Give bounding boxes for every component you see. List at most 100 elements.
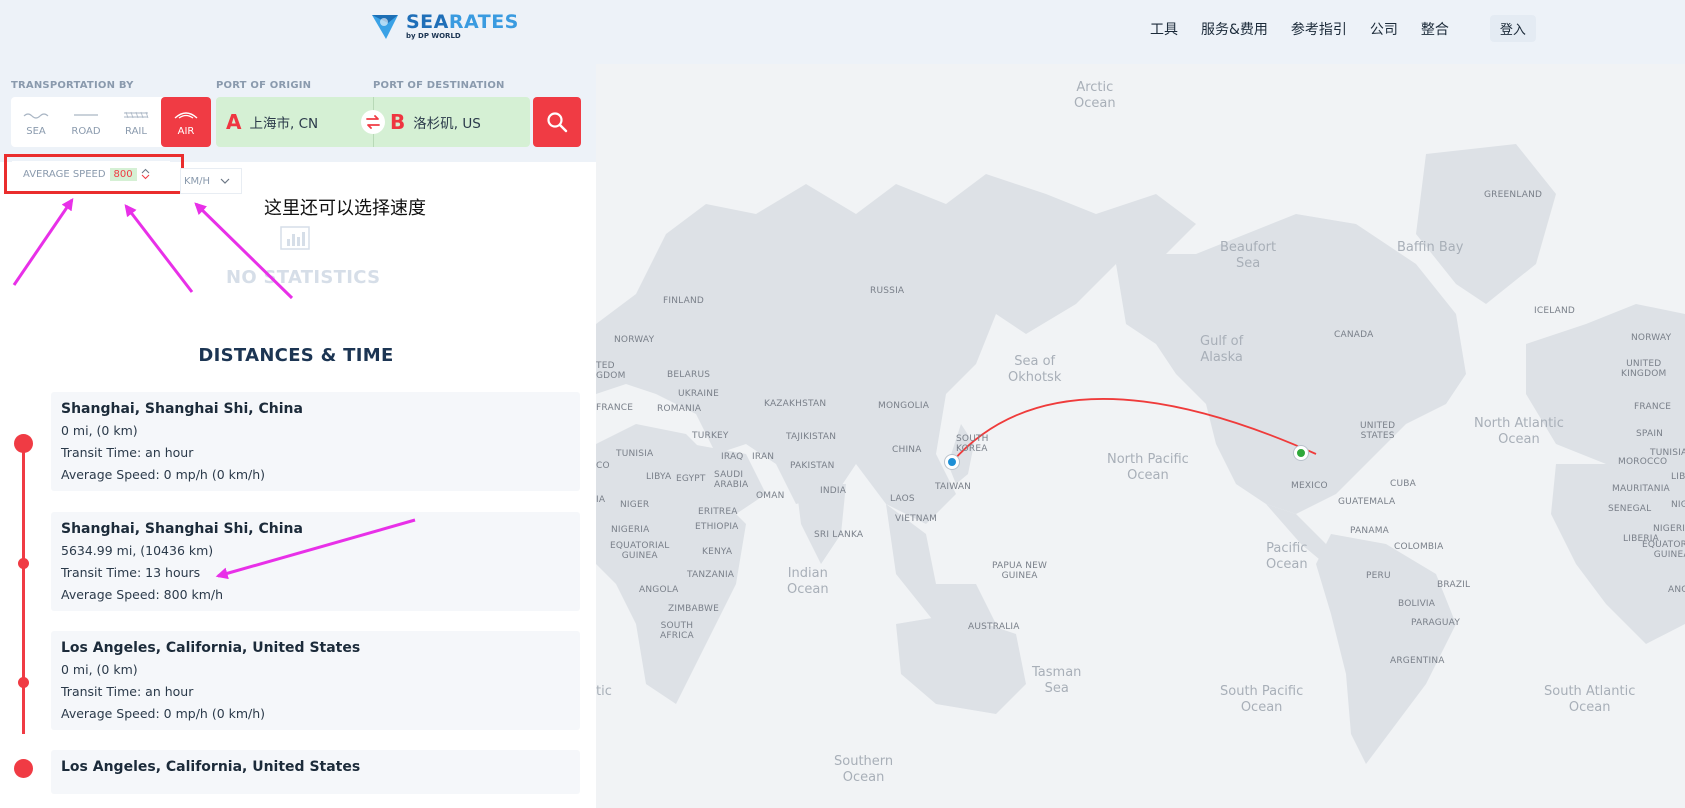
label-australia: AUSTRALIA: [968, 622, 1020, 632]
label-ia-west: IA: [596, 495, 606, 505]
label-iran: IRAN: [752, 452, 775, 462]
label-cuba: CUBA: [1390, 479, 1417, 489]
ocean-north-pacific: North Pacific Ocean: [1107, 452, 1189, 484]
timeline-dot: [14, 434, 33, 453]
label-vietnam: VIETNAM: [895, 514, 938, 524]
origin-pin[interactable]: [945, 455, 959, 469]
label-greenland: GREENLAND: [1484, 190, 1543, 200]
label-sri-lanka: SRI LANKA: [814, 530, 864, 540]
road-icon: [74, 113, 98, 116]
chevron-down-icon: [220, 178, 230, 184]
left-panel: TRANSPORTATION BY PORT OF ORIGIN PORT OF…: [0, 64, 596, 808]
label-taiwan: TAIWAN: [935, 482, 972, 492]
label-russia: RUSSIA: [870, 286, 905, 296]
swap-ports-button[interactable]: [361, 110, 385, 134]
ocean-gulf-of-alaska: Gulf of Alaska: [1200, 334, 1244, 366]
label-mongolia: MONGOLIA: [878, 401, 930, 411]
label-peru: PERU: [1366, 571, 1391, 581]
label-niger-west: NIGER: [620, 500, 650, 510]
label-mexico: MEXICO: [1291, 481, 1328, 491]
label-colombia: COLOMBIA: [1394, 542, 1444, 552]
label-bolivia: BOLIVIA: [1398, 599, 1436, 609]
distance-card: Shanghai, Shanghai Shi, China 5634.99 mi…: [51, 512, 580, 611]
label-libya: LIBYA: [646, 472, 672, 482]
label-nigeria-east: NIGERIA: [1653, 524, 1685, 534]
mode-road[interactable]: ROAD: [61, 97, 111, 147]
search-icon: [547, 112, 568, 133]
label-united-states: UNITED STATES: [1360, 421, 1396, 441]
label-morocco: MOROCCO: [1618, 457, 1668, 467]
ocean-tasman-sea: Tasman Sea: [1032, 665, 1082, 697]
label-laos: LAOS: [890, 494, 915, 504]
ocean-south-pacific: South Pacific Ocean: [1220, 684, 1304, 716]
speed-value[interactable]: 800: [109, 167, 137, 181]
label-norway-east: NORWAY: [1631, 333, 1672, 343]
label-eritrea: ERITREA: [698, 507, 738, 517]
distance-card: Los Angeles, California, United States 0…: [51, 631, 580, 730]
origin-destination-field: A 上海市, CN B 洛杉矶, US: [216, 97, 530, 147]
speed-stepper[interactable]: [141, 168, 150, 180]
destination-label: PORT OF DESTINATION: [373, 80, 505, 91]
timeline-dot: [18, 677, 29, 688]
label-papua-new-guinea: PAPUA NEW GUINEA: [992, 561, 1048, 581]
label-uk-west: TED GDOM: [596, 361, 626, 381]
ocean-arctic: Arctic Ocean: [1074, 80, 1116, 112]
chevron-down-icon[interactable]: [141, 174, 150, 180]
no-statistics-text: NO STATISTICS: [226, 267, 381, 288]
label-ethiopia: ETHIOPIA: [695, 522, 739, 532]
label-egypt: EGYPT: [676, 474, 706, 484]
logo-name: SEARATES: [406, 10, 519, 33]
label-zimbabwe: ZIMBABWE: [668, 604, 719, 614]
distances-title: DISTANCES & TIME: [198, 345, 394, 366]
transport-modes: SEA ROAD RAIL AIR: [11, 97, 211, 147]
label-norway: NORWAY: [614, 335, 655, 345]
destination-port-input[interactable]: B 洛杉矶, US: [390, 97, 481, 147]
mode-air[interactable]: AIR: [161, 97, 211, 147]
label-canada: CANADA: [1334, 330, 1374, 340]
rail-icon: [124, 111, 149, 118]
mode-rail[interactable]: RAIL: [111, 97, 161, 147]
nav-tools[interactable]: 工具: [1150, 19, 1178, 39]
label-south-africa: SOUTH AFRICA: [660, 621, 694, 641]
destination-letter: B: [390, 110, 406, 134]
label-co-west: CO: [596, 461, 610, 471]
label-kenya: KENYA: [702, 547, 733, 557]
searates-logo[interactable]: SEARATES by DP WORLD: [370, 11, 519, 41]
annotation-hint: 这里还可以选择速度: [264, 198, 426, 219]
origin-letter: A: [226, 110, 242, 134]
label-china: CHINA: [892, 445, 922, 455]
label-spain: SPAIN: [1636, 429, 1664, 439]
label-iraq: IRAQ: [721, 452, 744, 462]
wave-icon: [23, 112, 49, 119]
distance-card: Los Angeles, California, United States: [51, 750, 580, 794]
swap-icon: [366, 115, 380, 129]
mode-sea[interactable]: SEA: [11, 97, 61, 147]
ocean-pacific: Pacific Ocean: [1266, 541, 1308, 573]
destination-pin[interactable]: [1294, 446, 1308, 460]
label-angola-east: ANG: [1668, 585, 1685, 595]
timeline-line: [22, 444, 25, 734]
speed-unit-select[interactable]: KM/H: [180, 168, 242, 194]
label-france-east: FRANCE: [1634, 402, 1672, 412]
logo-subtitle: by DP WORLD: [406, 31, 461, 40]
search-button[interactable]: [533, 97, 581, 147]
origin-port-input[interactable]: A 上海市, CN: [226, 97, 318, 147]
average-speed-input[interactable]: AVERAGE SPEED 800: [12, 161, 170, 187]
bar-chart-icon: [280, 226, 310, 250]
label-saudi-arabia: SAUDI ARABIA: [714, 470, 749, 490]
nav-services-fees[interactable]: 服务&费用: [1201, 19, 1268, 39]
distance-card: Shanghai, Shanghai Shi, China 0 mi, (0 k…: [51, 392, 580, 491]
nav-company[interactable]: 公司: [1370, 19, 1398, 39]
nav-reference-guide[interactable]: 参考指引: [1291, 19, 1347, 39]
speed-unit: KM/H: [184, 175, 211, 187]
login-button[interactable]: 登入: [1489, 15, 1536, 42]
ocean-tic-west: tic: [596, 684, 612, 699]
ocean-southern: Southern Ocean: [834, 754, 894, 786]
route-controls: TRANSPORTATION BY PORT OF ORIGIN PORT OF…: [0, 64, 596, 162]
label-nigeria-west: NIGERIA: [611, 525, 650, 535]
nav-integration[interactable]: 整合: [1421, 19, 1449, 39]
label-romania: ROMANIA: [657, 404, 702, 414]
route-map[interactable]: RUSSIA FINLAND NORWAY TED GDOM BELARUS UK…: [596, 64, 1685, 808]
timeline-dot: [14, 759, 33, 778]
label-mauritania: MAURITANIA: [1612, 484, 1670, 494]
